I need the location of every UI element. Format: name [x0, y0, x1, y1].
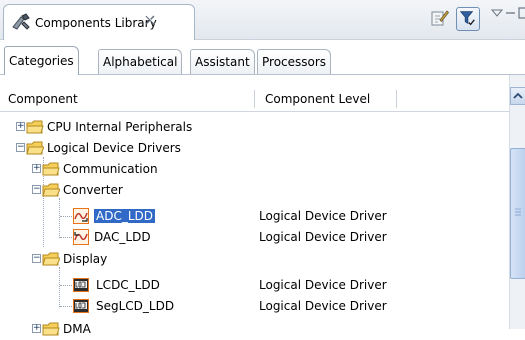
scroll-up-button[interactable]	[510, 87, 525, 105]
view-tab-components-library[interactable]: Components Library	[3, 4, 195, 40]
view-title: Components Library	[35, 16, 157, 30]
tree-row-label: Communication	[63, 162, 158, 176]
tree-row-label: DMA	[63, 322, 91, 336]
grip-icon	[515, 208, 521, 216]
tree-row-label: SegLCD_LDD	[96, 299, 175, 313]
lcd-component-icon	[73, 278, 89, 292]
tree-row-label: DAC_LDD	[94, 230, 151, 244]
tree-row-seglcd-ldd[interactable]: SegLCD_LDD Logical Device Driver	[0, 296, 509, 317]
chevron-up-icon	[513, 92, 523, 99]
column-header-row: Component Component Level	[0, 87, 509, 112]
folder-icon	[26, 120, 44, 134]
dac-component-icon	[73, 229, 89, 245]
maximize-icon[interactable]	[518, 6, 525, 20]
adc-component-icon	[73, 208, 89, 224]
tree-row-level: Logical Device Driver	[259, 278, 387, 292]
tree-row-label: CPU Internal Peripherals	[47, 120, 193, 134]
tree-row-adc-ldd[interactable]: ADC_LDD Logical Device Driver	[0, 206, 509, 227]
folder-open-icon	[26, 141, 44, 155]
view-title-bar: Components Library	[0, 0, 525, 40]
tree-row-level: Logical Device Driver	[259, 209, 387, 223]
column-separator[interactable]	[254, 90, 255, 108]
tree-row-label: LCDC_LDD	[96, 278, 160, 292]
filter-icon	[459, 11, 475, 26]
column-separator[interactable]	[396, 90, 397, 108]
tab-alphabetical[interactable]: Alphabetical	[98, 49, 183, 74]
edit-icon[interactable]	[428, 7, 450, 29]
tree-row-dac-ldd[interactable]: DAC_LDD Logical Device Driver	[0, 227, 509, 248]
tree-row-dma[interactable]: + DMA	[0, 319, 509, 340]
scroll-thumb[interactable]	[510, 148, 525, 279]
folder-icon	[42, 162, 60, 176]
tree-row-lcdc-ldd[interactable]: LCDC_LDD Logical Device Driver	[0, 275, 509, 296]
tree-row-cpu-internal-peripherals[interactable]: + CPU Internal Peripherals	[0, 117, 509, 138]
view-menu-icon[interactable]	[490, 6, 504, 20]
folder-icon	[42, 322, 60, 336]
column-header-component-level[interactable]: Component Level	[265, 92, 370, 106]
tab-assistant[interactable]: Assistant	[190, 49, 255, 74]
tab-categories[interactable]: Categories	[4, 46, 79, 75]
tree-row-level: Logical Device Driver	[259, 299, 387, 313]
vertical-scrollbar[interactable]	[509, 75, 525, 329]
components-tree-table: Component Component Level + CPU Internal…	[0, 75, 509, 336]
filter-button[interactable]	[456, 7, 480, 31]
collapse-icon[interactable]: −	[32, 254, 41, 263]
expand-icon[interactable]: +	[32, 164, 41, 173]
tree-row-level: Logical Device Driver	[259, 230, 387, 244]
tree-row-label: Logical Device Drivers	[47, 141, 181, 155]
close-icon[interactable]	[143, 13, 157, 27]
tree-row-label: Display	[63, 252, 108, 266]
column-header-component[interactable]: Component	[8, 92, 78, 106]
expand-icon[interactable]: +	[16, 122, 25, 131]
components-library-icon	[12, 13, 30, 30]
tree-row-logical-device-drivers[interactable]: − Logical Device Drivers	[0, 138, 509, 159]
tree-row-communication[interactable]: + Communication	[0, 159, 509, 180]
tree-row-converter[interactable]: − Converter	[0, 180, 509, 201]
minimize-icon[interactable]	[505, 7, 517, 19]
tree-row-display[interactable]: − Display	[0, 249, 509, 270]
collapse-icon[interactable]: −	[16, 143, 25, 152]
folder-open-icon	[42, 252, 60, 266]
tree-row-label: ADC_LDD	[94, 209, 155, 223]
folder-open-icon	[42, 183, 60, 197]
tree-row-label: Converter	[63, 183, 123, 197]
collapse-icon[interactable]: −	[32, 185, 41, 194]
category-tab-strip: Categories Alphabetical Assistant Proces…	[0, 40, 525, 75]
tab-processors[interactable]: Processors	[257, 49, 332, 74]
lcd-component-icon	[73, 299, 89, 313]
